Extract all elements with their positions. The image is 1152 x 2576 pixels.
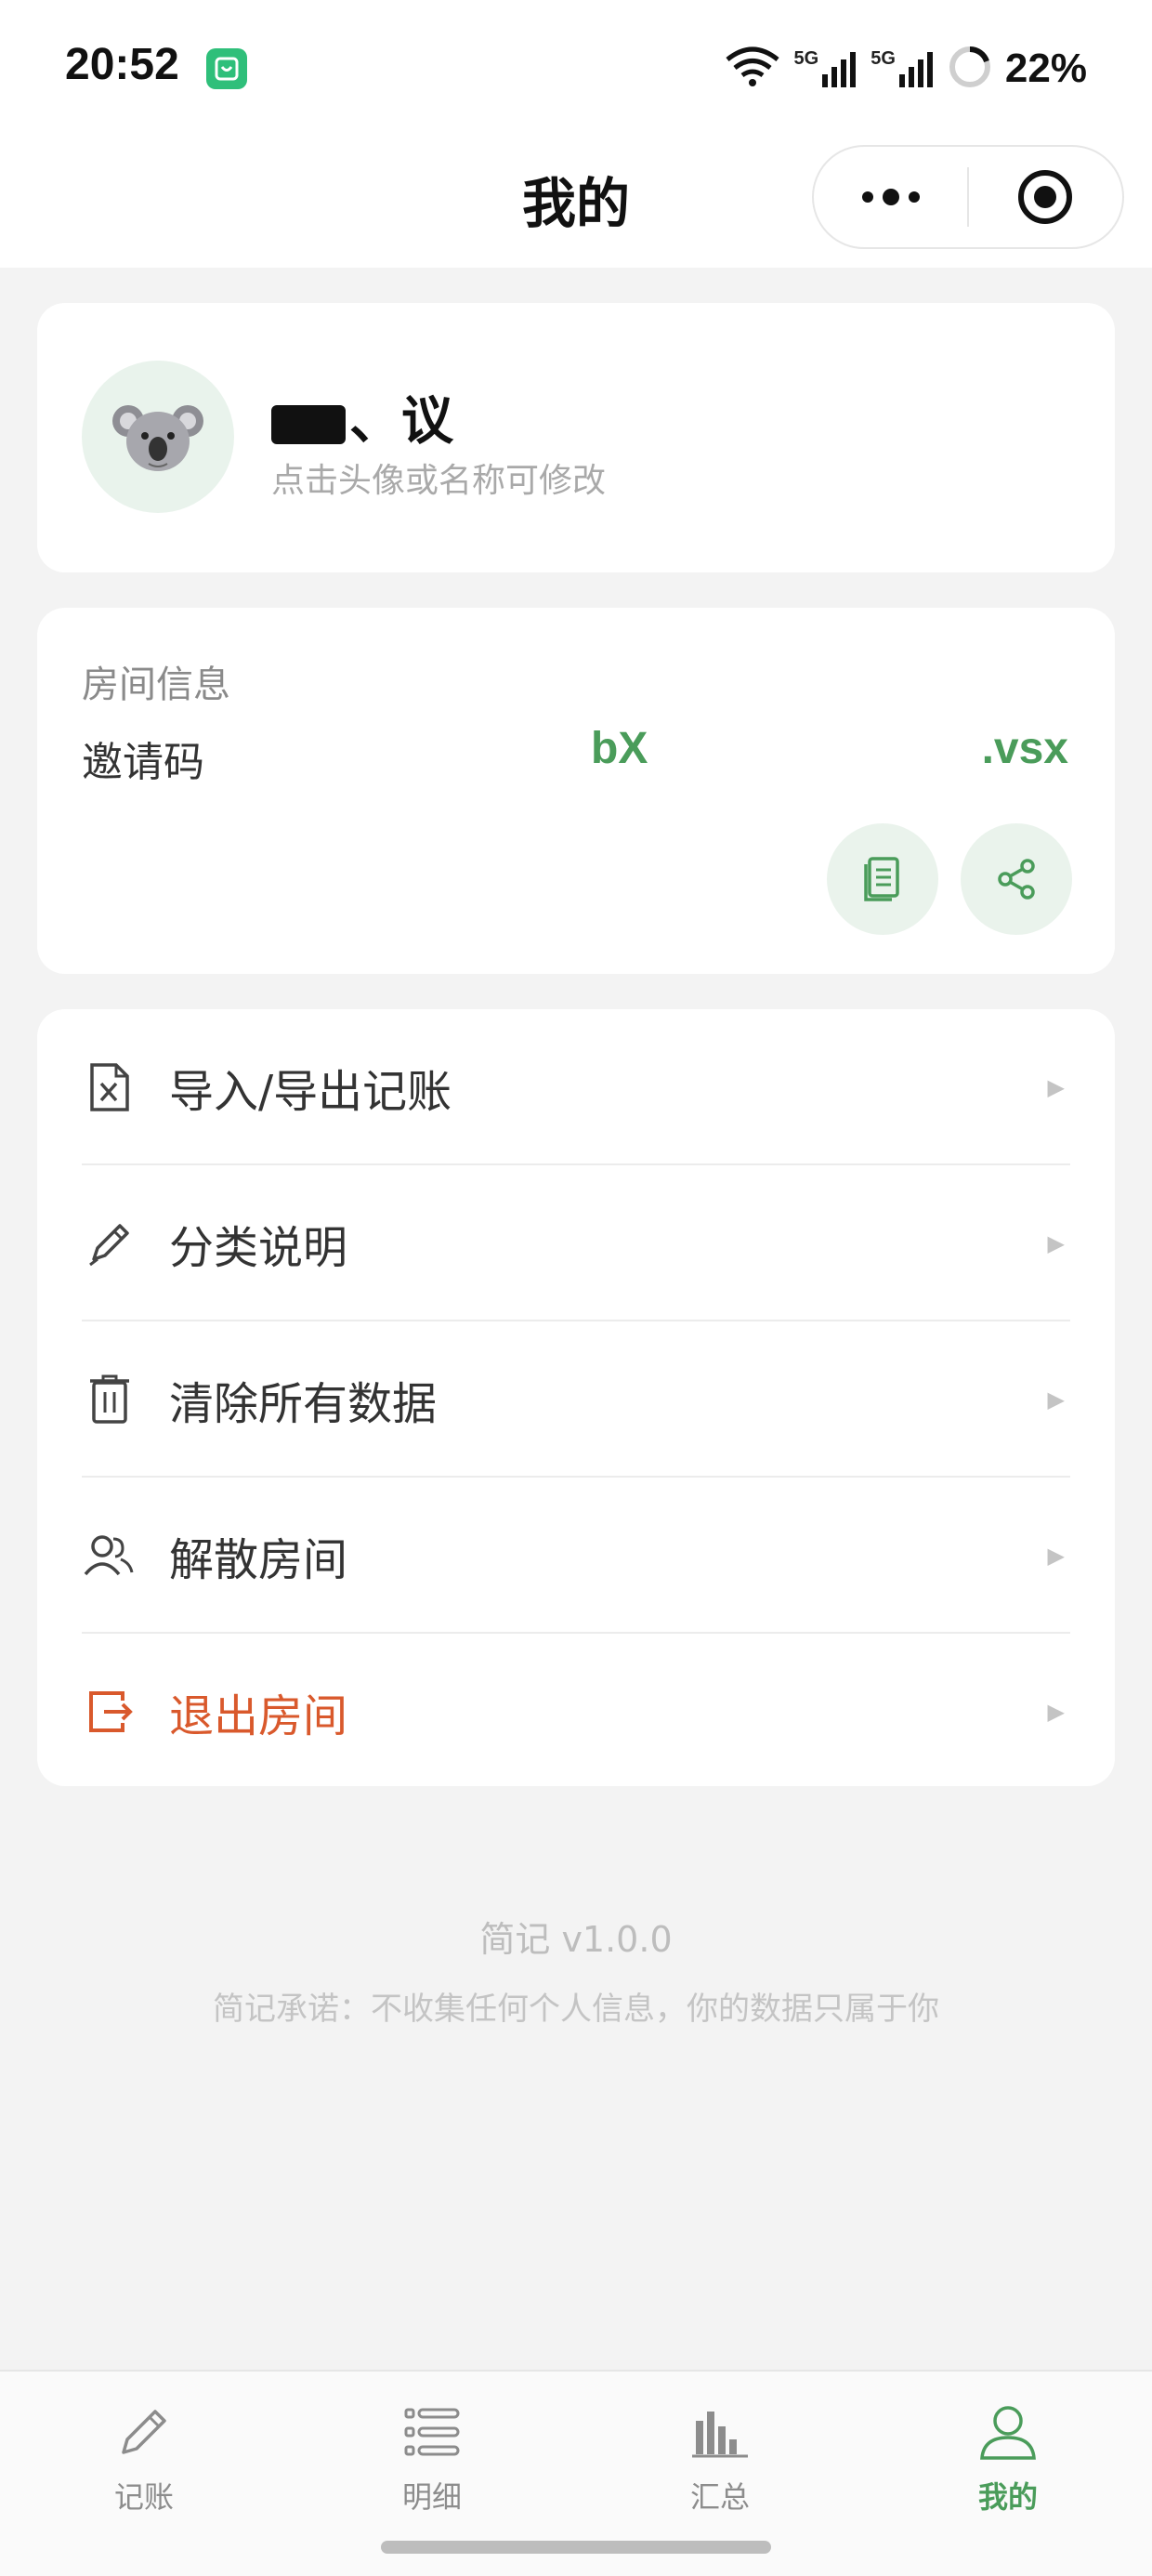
battery-icon: [948, 45, 992, 93]
invite-code-end: .vsx: [981, 724, 1068, 773]
koala-avatar-icon: [112, 405, 203, 471]
menu-label: 清除所有数据: [169, 1378, 438, 1430]
copy-document-icon: [864, 857, 899, 901]
menu-item-dissolve-room[interactable]: 解散房间 ▶: [82, 1478, 1070, 1634]
menu-label: 解散房间: [169, 1534, 348, 1586]
chevron-right-icon: ▶: [1047, 1230, 1065, 1256]
tab-summary[interactable]: 汇总: [627, 2399, 813, 2520]
invite-code-start: bX: [591, 724, 648, 773]
chevron-right-icon: ▶: [1047, 1387, 1065, 1413]
avatar[interactable]: [82, 361, 234, 513]
room-info-title: 房间信息: [82, 664, 230, 706]
tab-label: 记账: [113, 2479, 174, 2515]
close-mini-program-button[interactable]: [969, 147, 1122, 247]
profile-card: 、议 点击头像或名称可修改: [37, 303, 1115, 572]
chevron-right-icon: ▶: [1047, 1074, 1065, 1100]
network-type-label: 5G: [871, 48, 896, 69]
wifi-icon: [724, 45, 781, 93]
bar-chart-icon: [687, 2399, 753, 2464]
privacy-promise: 简记承诺：不收集任何个人信息，你的数据只属于你: [213, 1991, 939, 2028]
menu-item-import-export[interactable]: 导入/导出记账 ▶: [82, 1009, 1070, 1165]
profile-hint: 点击头像或名称可修改: [271, 462, 607, 500]
invite-code-label: 邀请码: [82, 739, 204, 786]
share-invite-button[interactable]: [961, 823, 1072, 935]
share-icon: [998, 859, 1035, 900]
status-time: 20:52: [65, 40, 179, 89]
battery-percentage: 22%: [1004, 46, 1087, 91]
copy-invite-code-button[interactable]: [827, 823, 938, 935]
users-icon: [82, 1528, 137, 1584]
pencil-icon: [82, 1216, 137, 1271]
room-info-card: 房间信息 邀请码 bX .vsx: [37, 608, 1115, 974]
status-indicators: 5G 5G 22%: [724, 41, 1087, 97]
signal-icon-2: 5G: [871, 48, 935, 89]
tab-label: 汇总: [689, 2479, 750, 2515]
app-root: 20:52 5G 5G 22% 我的 、议 点击头像或名称可修改 房间信息 邀请…: [0, 0, 1152, 2576]
tab-label: 我的: [977, 2479, 1038, 2515]
status-bar: 20:52 5G 5G 22%: [0, 0, 1152, 139]
chevron-right-icon: ▶: [1047, 1543, 1065, 1569]
menu-label: 导入/导出记账: [169, 1066, 452, 1118]
menu-label: 退出房间: [169, 1690, 348, 1742]
more-options-button[interactable]: [814, 147, 967, 247]
name-redaction: [271, 404, 346, 444]
target-circle-icon: [1018, 170, 1073, 224]
title-bar: 我的: [0, 139, 1152, 268]
settings-menu-card: 导入/导出记账 ▶ 分类说明 ▶ 清除所有数据 ▶ 解散房间 ▶ 退出房间 ▶: [37, 1009, 1115, 1786]
menu-label: 分类说明: [169, 1222, 348, 1274]
user-icon: [975, 2399, 1041, 2464]
menu-item-leave-room[interactable]: 退出房间 ▶: [82, 1634, 1070, 1790]
excel-file-icon: [82, 1059, 137, 1115]
chevron-right-icon: ▶: [1047, 1699, 1065, 1725]
tab-details[interactable]: 明细: [339, 2399, 525, 2520]
app-version: 简记 v1.0.0: [479, 1919, 673, 1960]
mini-program-capsule: [812, 145, 1124, 249]
trash-icon: [82, 1372, 137, 1427]
menu-item-clear-data[interactable]: 清除所有数据 ▶: [82, 1321, 1070, 1478]
menu-item-category-guide[interactable]: 分类说明 ▶: [82, 1165, 1070, 1321]
exit-icon: [82, 1684, 137, 1740]
list-icon: [399, 2399, 465, 2464]
more-dots-icon: [861, 189, 920, 205]
tab-bookkeeping[interactable]: 记账: [51, 2399, 237, 2520]
pencil-icon: [111, 2399, 177, 2464]
home-indicator[interactable]: [381, 2541, 771, 2554]
tab-label: 明细: [401, 2479, 462, 2515]
profile-name[interactable]: 、议: [271, 379, 453, 454]
app-notification-icon: [206, 48, 247, 89]
profile-name-text: 、议: [349, 391, 453, 452]
tab-mine[interactable]: 我的: [915, 2399, 1101, 2520]
network-type-label: 5G: [793, 48, 819, 69]
signal-icon-1: 5G: [794, 48, 858, 89]
